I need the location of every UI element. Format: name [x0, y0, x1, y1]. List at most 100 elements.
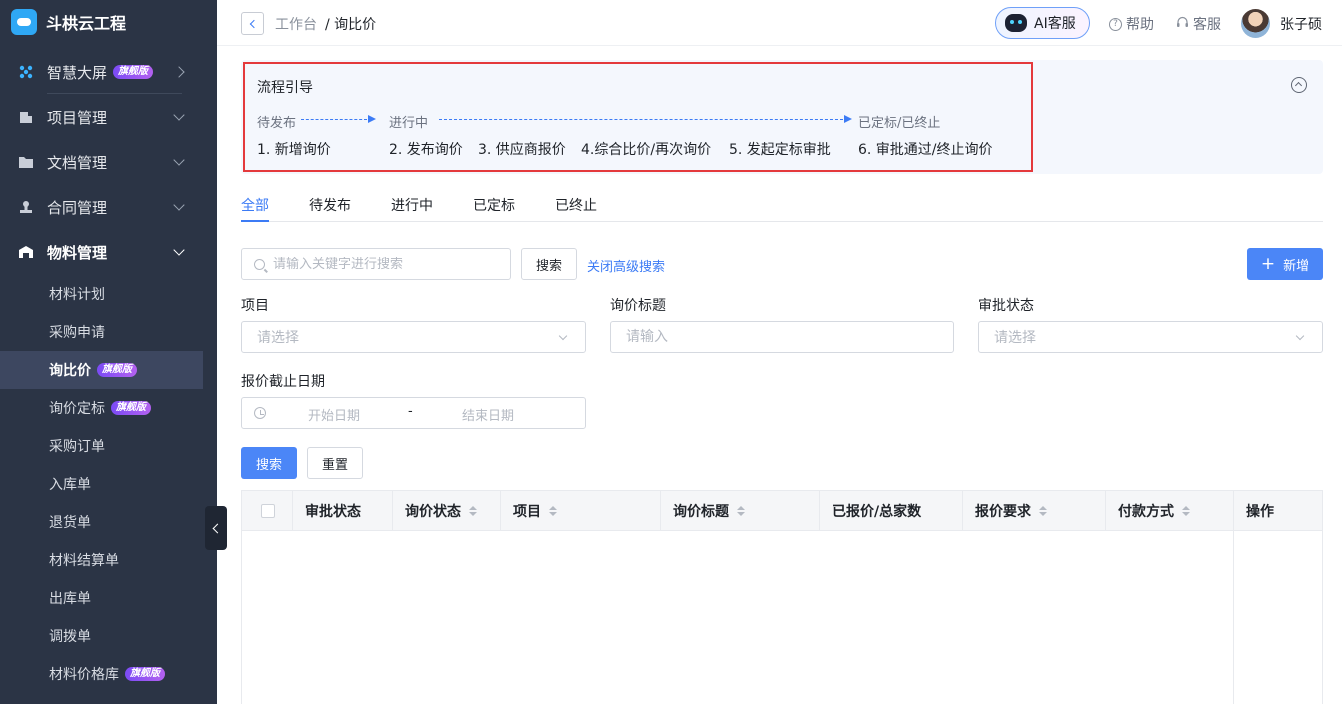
column-project[interactable]: 项目: [500, 491, 660, 531]
chevron-left-icon: [212, 523, 223, 533]
sidebar-item-projects[interactable]: 项目管理: [0, 95, 217, 139]
column-approval-status: 审批状态: [292, 491, 392, 531]
stamp-icon: [18, 199, 34, 215]
brand[interactable]: 斗栱云工程: [0, 0, 217, 44]
sidebar-subitem-label: 采购订单: [49, 439, 105, 455]
sidebar-item-documents[interactable]: 文档管理: [0, 140, 217, 184]
select-all-checkbox[interactable]: [261, 504, 275, 518]
start-date-placeholder[interactable]: 开始日期: [308, 405, 360, 424]
sidebar-subitem-label: 询价定标: [49, 401, 105, 417]
sidebar-subitem-transfer[interactable]: 调拨单: [0, 617, 217, 655]
sidebar-subitem-material-plan[interactable]: 材料计划: [0, 275, 217, 313]
project-label: 项目: [241, 298, 269, 314]
approval-status-select[interactable]: 请选择: [978, 321, 1323, 353]
sidebar-subitem-label: 退货单: [49, 515, 91, 531]
sidebar-subitem-purchase-request[interactable]: 采购申请: [0, 313, 217, 351]
premium-badge: 旗舰版: [125, 667, 165, 681]
column-payment-method[interactable]: 付款方式: [1105, 491, 1233, 531]
chevron-down-icon: [173, 199, 185, 211]
sort-icon[interactable]: [1182, 506, 1190, 516]
help-link[interactable]: ? 帮助: [1109, 14, 1154, 34]
sidebar-subitem-label: 调拨单: [49, 629, 91, 645]
inquiry-title-input[interactable]: [610, 321, 954, 353]
guide-step-4: 4.综合比价/再次询价: [581, 142, 712, 158]
user-name[interactable]: 张子硕: [1280, 14, 1322, 34]
sidebar-collapse-button[interactable]: [205, 506, 227, 550]
process-guide-title: 流程引导: [257, 80, 313, 96]
premium-badge: 旗舰版: [111, 401, 151, 415]
quote-deadline-range[interactable]: 开始日期 - 结束日期: [241, 397, 586, 429]
phase-done: 已定标/已终止: [858, 116, 941, 131]
phase-pending: 待发布: [257, 116, 297, 131]
date-range-separator: -: [408, 404, 413, 419]
sidebar-subitem-inquiry-compare[interactable]: 询比价 旗舰版: [0, 351, 203, 389]
sort-icon[interactable]: [549, 506, 557, 516]
tab-pending[interactable]: 待发布: [309, 195, 351, 215]
column-inquiry-title[interactable]: 询价标题: [660, 491, 819, 531]
column-label: 询价状态: [405, 504, 461, 520]
back-button[interactable]: [241, 12, 264, 35]
add-button[interactable]: + 新增: [1247, 248, 1323, 280]
search-button[interactable]: 搜索: [521, 248, 577, 280]
service-label: 客服: [1193, 17, 1221, 33]
guide-step-6: 6. 审批通过/终止询价: [858, 142, 993, 158]
active-tab-indicator: [241, 220, 269, 222]
sidebar-subitem-settlement[interactable]: 材料结算单: [0, 541, 217, 579]
sidebar-item-contracts[interactable]: 合同管理: [0, 185, 217, 229]
avatar[interactable]: [1241, 9, 1270, 38]
chevron-up-icon: [1294, 81, 1303, 90]
project-select[interactable]: 请选择: [241, 321, 586, 353]
guide-step-2: 2. 发布询价: [389, 142, 463, 158]
sidebar-subitem-label: 采购申请: [49, 325, 105, 341]
ai-service-button[interactable]: AI客服: [995, 7, 1090, 39]
chevron-down-icon: [173, 109, 185, 121]
column-quote-requirement[interactable]: 报价要求: [962, 491, 1105, 531]
column-inquiry-status[interactable]: 询价状态: [392, 491, 500, 531]
sidebar-subitem-price-library[interactable]: 材料价格库 旗舰版: [0, 655, 217, 693]
approval-status-label: 审批状态: [978, 298, 1034, 314]
sidebar-item-materials[interactable]: 物料管理: [0, 230, 217, 274]
phase-in-progress: 进行中: [389, 116, 429, 131]
sort-icon[interactable]: [1039, 506, 1047, 516]
status-tabs: 全部 待发布 进行中 已定标 已终止: [241, 186, 1323, 222]
sidebar-subitem-label: 材料计划: [49, 287, 105, 303]
column-actions: 操作: [1233, 491, 1322, 531]
tab-terminated[interactable]: 已终止: [555, 195, 597, 215]
add-button-label: 新增: [1283, 258, 1310, 274]
sidebar-subitem-outbound[interactable]: 出库单: [0, 579, 217, 617]
reset-button[interactable]: 重置: [307, 447, 363, 479]
collapse-guide-button[interactable]: [1291, 77, 1307, 93]
sort-icon[interactable]: [469, 506, 477, 516]
sidebar-item-label: 物料管理: [47, 243, 108, 262]
project-select-placeholder: 请选择: [257, 330, 299, 346]
sidebar-subitem-return[interactable]: 退货单: [0, 503, 217, 541]
column-label: 报价要求: [975, 504, 1031, 520]
warehouse-icon: [18, 244, 34, 260]
sidebar-subitem-inbound[interactable]: 入库单: [0, 465, 217, 503]
sidebar-item-label: 合同管理: [47, 198, 108, 217]
sidebar-subitem-label: 入库单: [49, 477, 91, 493]
sidebar-subitem-label: 材料结算单: [49, 553, 119, 569]
search-input[interactable]: [273, 256, 503, 272]
folder-icon: [18, 154, 34, 170]
breadcrumb-home[interactable]: 工作台: [275, 17, 317, 33]
premium-badge: 旗舰版: [97, 363, 137, 377]
sidebar-subitem-purchase-order[interactable]: 采购订单: [0, 427, 217, 465]
column-label: 操作: [1246, 504, 1274, 520]
tab-all[interactable]: 全部: [241, 195, 269, 215]
brand-logo-icon: [11, 9, 37, 35]
brand-name: 斗栱云工程: [46, 14, 127, 33]
dots-grid-icon: [18, 64, 34, 80]
sidebar: 斗栱云工程 智慧大屏 旗舰版 项目管理 文档管理 合同管理 物料管理 材料计划 …: [0, 0, 217, 704]
sidebar-item-dashboard[interactable]: 智慧大屏 旗舰版: [0, 50, 217, 94]
tab-in-progress[interactable]: 进行中: [391, 195, 433, 215]
filter-search-button[interactable]: 搜索: [241, 447, 297, 479]
chevron-down-icon: [173, 154, 185, 166]
service-link[interactable]: 客服: [1176, 14, 1221, 34]
toggle-advanced-search-link[interactable]: 关闭高级搜索: [587, 256, 665, 275]
tab-awarded[interactable]: 已定标: [473, 195, 515, 215]
end-date-placeholder[interactable]: 结束日期: [462, 405, 514, 424]
sidebar-subitem-label: 询比价: [49, 363, 91, 379]
sort-icon[interactable]: [737, 506, 745, 516]
sidebar-subitem-inquiry-award[interactable]: 询价定标 旗舰版: [0, 389, 217, 427]
